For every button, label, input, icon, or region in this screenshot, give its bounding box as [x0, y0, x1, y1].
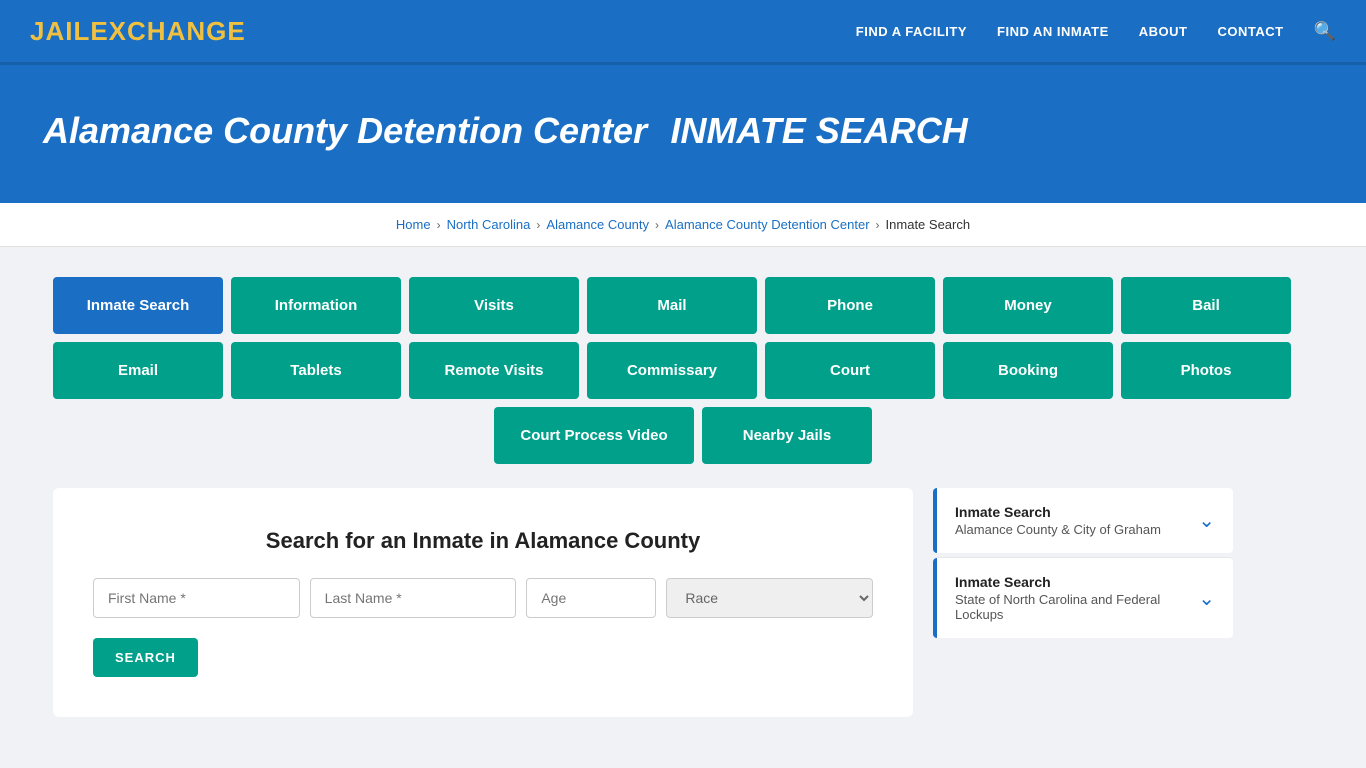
sidebar-card-local: Inmate Search Alamance County & City of …	[933, 488, 1233, 553]
breadcrumb-home[interactable]: Home	[396, 217, 431, 232]
race-select[interactable]: Race White Black Hispanic Asian Other	[666, 578, 873, 618]
btn-photos[interactable]: Photos	[1121, 342, 1291, 399]
content-area: Search for an Inmate in Alamance County …	[53, 488, 1313, 717]
category-buttons: Inmate Search Information Visits Mail Ph…	[53, 277, 1313, 464]
nav-contact[interactable]: CONTACT	[1217, 24, 1283, 39]
btn-court-process-video[interactable]: Court Process Video	[494, 407, 694, 464]
site-logo[interactable]: JAILEXCHANGE	[30, 16, 246, 47]
nav-find-facility[interactable]: FIND A FACILITY	[856, 24, 967, 39]
sidebar-card-local-title: Inmate Search	[955, 504, 1161, 520]
logo-exchange: EXCHANGE	[90, 16, 245, 46]
sidebar-card-state-subtitle: State of North Carolina and Federal Lock…	[955, 592, 1198, 622]
sidebar-card-state-header[interactable]: Inmate Search State of North Carolina an…	[937, 558, 1233, 638]
btn-court[interactable]: Court	[765, 342, 935, 399]
age-input[interactable]	[526, 578, 656, 618]
nav-about[interactable]: ABOUT	[1139, 24, 1188, 39]
main-content: Inmate Search Information Visits Mail Ph…	[33, 247, 1333, 747]
logo-jail: JAIL	[30, 16, 90, 46]
sidebar-card-local-subtitle: Alamance County & City of Graham	[955, 522, 1161, 537]
breadcrumb-sep-1: ›	[437, 218, 441, 232]
btn-visits[interactable]: Visits	[409, 277, 579, 334]
sidebar-card-local-header[interactable]: Inmate Search Alamance County & City of …	[937, 488, 1233, 553]
breadcrumb-inmate-search: Inmate Search	[886, 217, 971, 232]
breadcrumb-sep-3: ›	[655, 218, 659, 232]
btn-bail[interactable]: Bail	[1121, 277, 1291, 334]
chevron-down-icon: ⌄	[1198, 508, 1215, 533]
btn-phone[interactable]: Phone	[765, 277, 935, 334]
navigation: JAILEXCHANGE FIND A FACILITY FIND AN INM…	[0, 0, 1366, 65]
nav-find-inmate[interactable]: FIND AN INMATE	[997, 24, 1109, 39]
breadcrumb-facility[interactable]: Alamance County Detention Center	[665, 217, 870, 232]
btn-information[interactable]: Information	[231, 277, 401, 334]
btn-tablets[interactable]: Tablets	[231, 342, 401, 399]
last-name-input[interactable]	[310, 578, 517, 618]
breadcrumb-nc[interactable]: North Carolina	[447, 217, 531, 232]
search-form: Race White Black Hispanic Asian Other	[93, 578, 873, 618]
btn-remote-visits[interactable]: Remote Visits	[409, 342, 579, 399]
btn-inmate-search[interactable]: Inmate Search	[53, 277, 223, 334]
btn-money[interactable]: Money	[943, 277, 1113, 334]
breadcrumb: Home › North Carolina › Alamance County …	[0, 203, 1366, 247]
search-icon[interactable]: 🔍	[1314, 21, 1336, 42]
search-panel-title: Search for an Inmate in Alamance County	[93, 528, 873, 554]
chevron-down-icon-2: ⌄	[1198, 586, 1215, 611]
breadcrumb-sep-2: ›	[536, 218, 540, 232]
first-name-input[interactable]	[93, 578, 300, 618]
btn-nearby-jails[interactable]: Nearby Jails	[702, 407, 872, 464]
breadcrumb-sep-4: ›	[876, 218, 880, 232]
btn-commissary[interactable]: Commissary	[587, 342, 757, 399]
sidebar-card-local-text: Inmate Search Alamance County & City of …	[955, 504, 1161, 537]
btn-booking[interactable]: Booking	[943, 342, 1113, 399]
search-panel: Search for an Inmate in Alamance County …	[53, 488, 913, 717]
breadcrumb-alamance[interactable]: Alamance County	[546, 217, 649, 232]
sidebar-card-state: Inmate Search State of North Carolina an…	[933, 558, 1233, 638]
page-title: Alamance County Detention Center INMATE …	[43, 105, 1323, 153]
btn-email[interactable]: Email	[53, 342, 223, 399]
sidebar-card-state-title: Inmate Search	[955, 574, 1198, 590]
nav-links: FIND A FACILITY FIND AN INMATE ABOUT CON…	[856, 21, 1336, 42]
sidebar: Inmate Search Alamance County & City of …	[933, 488, 1233, 642]
hero-section: Alamance County Detention Center INMATE …	[0, 65, 1366, 203]
search-button[interactable]: SEARCH	[93, 638, 198, 677]
btn-mail[interactable]: Mail	[587, 277, 757, 334]
sidebar-card-state-text: Inmate Search State of North Carolina an…	[955, 574, 1198, 622]
